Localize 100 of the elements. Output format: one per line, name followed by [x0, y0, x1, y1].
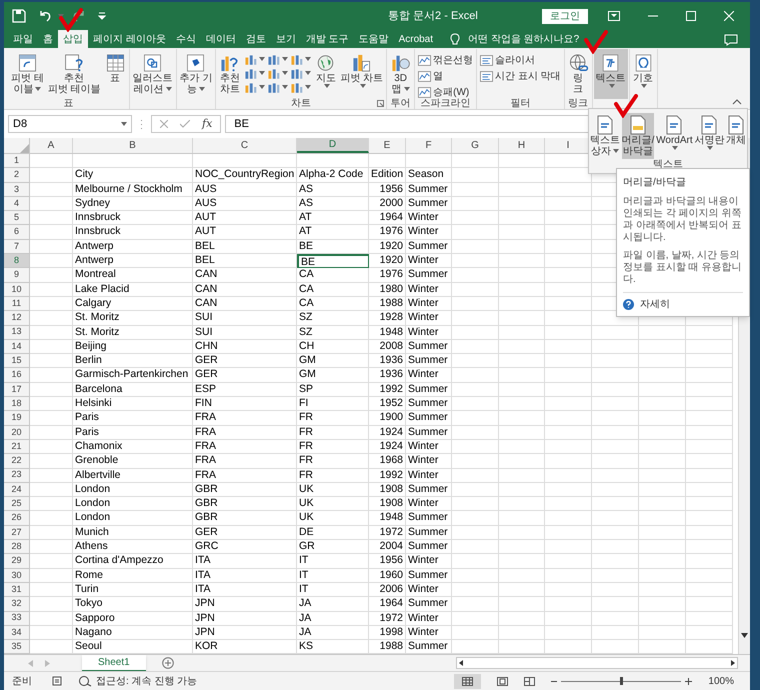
ribbon-tab[interactable]: Acrobat — [394, 30, 438, 48]
insert-function-button[interactable]: fx — [202, 116, 212, 132]
tell-me-field[interactable]: 어떤 작업을 원하시나요? — [468, 32, 580, 46]
ribbon-button[interactable]: 슬라이서 — [480, 53, 561, 67]
add-sheet-icon[interactable] — [162, 657, 174, 669]
ribbon-display-icon[interactable] — [608, 11, 620, 21]
row-header[interactable]: 34 — [4, 626, 30, 640]
row-header[interactable]: 7 — [4, 240, 30, 254]
row-header[interactable]: 35 — [4, 640, 30, 654]
chart-type-icon[interactable] — [290, 53, 304, 65]
column-header[interactable]: G — [452, 138, 499, 153]
column-header[interactable]: A — [30, 138, 73, 153]
chart-type-icon[interactable] — [244, 53, 258, 65]
row-header[interactable]: 24 — [4, 482, 30, 498]
row-header[interactable]: 2 — [4, 168, 30, 183]
column-header[interactable]: F — [406, 138, 452, 153]
ribbon-button[interactable]: 3D 맵 — [388, 49, 414, 99]
ribbon-tab[interactable]: 삽입 — [58, 30, 88, 48]
row-header[interactable]: 31 — [4, 582, 30, 598]
row-header[interactable]: 14 — [4, 340, 30, 354]
comments-icon[interactable] — [724, 34, 738, 46]
ribbon-tab[interactable]: 도움말 — [354, 30, 394, 48]
redo-icon[interactable] — [72, 9, 86, 23]
row-header[interactable]: 4 — [4, 196, 30, 212]
accessibility-status[interactable]: 접근성: 계속 진행 가능 — [96, 674, 198, 688]
collapse-ribbon-icon[interactable] — [732, 99, 742, 105]
ribbon-button[interactable]: 승패(W) — [418, 85, 474, 99]
ribbon-tab[interactable]: 페이지 레이아웃 — [88, 30, 171, 48]
ribbon-button[interactable]: 추가 기 능 — [178, 49, 214, 99]
chart-type-icon[interactable] — [290, 67, 304, 79]
scroll-right-icon[interactable] — [731, 660, 735, 666]
undo-icon[interactable] — [38, 9, 52, 23]
row-header[interactable]: 9 — [4, 268, 30, 283]
page-break-icon[interactable] — [524, 676, 536, 686]
row-header[interactable]: 19 — [4, 411, 30, 426]
normal-view-button[interactable] — [454, 674, 482, 688]
chart-type-icon[interactable] — [267, 67, 280, 79]
column-header[interactable]: B — [73, 138, 193, 153]
ribbon-tab[interactable]: 개발 도구 — [300, 30, 354, 48]
zoom-slider[interactable] — [561, 677, 682, 685]
ribbon-button[interactable]: 추천 차트 — [217, 49, 242, 99]
ribbon-button[interactable]: 꺾은선형 — [418, 53, 474, 67]
scroll-down-icon[interactable] — [741, 633, 748, 638]
scroll-left-icon[interactable] — [459, 660, 463, 666]
ribbon-button[interactable]: 표 — [102, 49, 128, 99]
row-header[interactable]: 3 — [4, 182, 30, 197]
row-header[interactable]: 5 — [4, 211, 30, 226]
row-header[interactable]: 13 — [4, 326, 30, 340]
zoom-thumb[interactable] — [620, 677, 623, 685]
zoom-in-icon[interactable] — [685, 678, 692, 684]
ribbon-button[interactable]: 기호 — [630, 49, 656, 99]
ribbon-button[interactable]: 일러스트 레이션 — [130, 49, 175, 99]
row-header[interactable]: 26 — [4, 511, 30, 526]
ribbon-button[interactable]: 추천 피벗 테이블 — [46, 49, 103, 99]
zoom-level[interactable]: 100% — [708, 674, 734, 688]
row-header[interactable]: 18 — [4, 397, 30, 412]
ribbon-tab[interactable]: 검토 — [240, 30, 271, 48]
ribbon-button[interactable]: 시간 표시 막대 — [480, 69, 561, 83]
customize-icon[interactable] — [98, 12, 106, 20]
save-icon[interactable] — [12, 9, 26, 23]
row-header[interactable]: 12 — [4, 311, 30, 326]
row-header[interactable]: 11 — [4, 296, 30, 312]
row-header[interactable]: 21 — [4, 440, 30, 454]
ribbon-tab[interactable]: 파일 — [8, 30, 38, 48]
row-header[interactable]: 20 — [4, 426, 30, 440]
row-header[interactable]: 32 — [4, 597, 30, 612]
column-header[interactable]: E — [369, 138, 406, 153]
chart-type-icon[interactable] — [244, 81, 258, 93]
ribbon-button[interactable]: 피벗 차트 — [338, 49, 386, 99]
ribbon-tab[interactable]: 수식 — [170, 30, 201, 48]
chart-type-icon[interactable] — [290, 81, 304, 93]
maximize-icon[interactable] — [686, 11, 696, 21]
ribbon-button[interactable]: 머리글/ 바닥글 — [622, 113, 654, 159]
row-header[interactable]: 8 — [4, 254, 30, 268]
chart-type-icon[interactable] — [267, 81, 280, 93]
row-header[interactable]: 29 — [4, 554, 30, 569]
row-header[interactable]: 30 — [4, 568, 30, 583]
row-header[interactable]: 27 — [4, 526, 30, 540]
chart-type-icon[interactable] — [244, 67, 258, 79]
macro-record-icon[interactable] — [52, 676, 62, 686]
row-header[interactable]: 6 — [4, 225, 30, 240]
row-header[interactable]: 25 — [4, 497, 30, 512]
ribbon-tab[interactable]: 홈 — [38, 30, 58, 48]
ribbon-button[interactable]: 피벗 테 이블 — [9, 49, 46, 99]
more-info-link[interactable]: 자세히 — [640, 297, 670, 312]
close-icon[interactable] — [724, 11, 734, 21]
row-header[interactable]: 17 — [4, 382, 30, 398]
ribbon-button[interactable]: 링 크 — [566, 49, 591, 99]
row-header[interactable]: 23 — [4, 468, 30, 483]
ribbon-tab[interactable]: 보기 — [270, 30, 301, 48]
ribbon-button[interactable]: 열 — [418, 69, 474, 83]
login-button[interactable]: 로그인 — [542, 8, 588, 24]
row-header[interactable]: 28 — [4, 540, 30, 554]
chart-type-icon[interactable] — [267, 53, 280, 65]
page-layout-icon[interactable] — [497, 676, 508, 686]
ribbon-button[interactable]: 텍스트 — [594, 49, 628, 99]
row-header[interactable]: 15 — [4, 354, 30, 368]
column-header[interactable]: H — [499, 138, 545, 153]
row-header[interactable]: 1 — [4, 154, 30, 168]
column-header[interactable]: D — [297, 138, 369, 153]
